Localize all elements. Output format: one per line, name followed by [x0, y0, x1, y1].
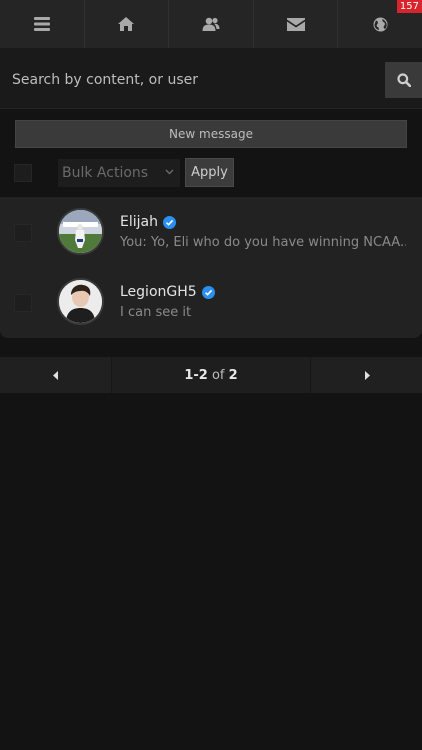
- nav-notifications-button[interactable]: 157: [338, 0, 422, 48]
- next-page-button[interactable]: [310, 357, 422, 393]
- top-nav: 157: [0, 0, 422, 48]
- caret-right-icon: [364, 370, 370, 380]
- conversation-checkbox[interactable]: [14, 294, 32, 312]
- new-message-button[interactable]: New message: [15, 120, 407, 148]
- page-range: 1-2: [184, 367, 208, 383]
- avatar: [57, 278, 104, 325]
- verified-badge-icon: [162, 215, 176, 229]
- avatar-image: [59, 210, 102, 253]
- conversation-name: LegionGH5: [120, 284, 197, 300]
- conversation-item[interactable]: LegionGH5 I can see it: [0, 267, 422, 337]
- bulk-actions-value: Bulk Actions: [62, 165, 149, 181]
- page-info: 1-2 of 2: [112, 357, 310, 393]
- page-total: 2: [228, 367, 238, 383]
- notification-badge: 157: [396, 0, 422, 13]
- globe-icon: [373, 17, 388, 31]
- conversation-preview: I can see it: [120, 305, 192, 320]
- users-icon: [202, 17, 220, 31]
- chevron-down-icon: [165, 169, 174, 175]
- nav-menu-button[interactable]: [0, 0, 85, 48]
- conversation-preview: You: Yo, Eli who do you have winning NCA…: [120, 235, 406, 250]
- conversation-list: Elijah You: Yo, Eli who do you have winn…: [0, 197, 422, 338]
- conversation-checkbox[interactable]: [14, 224, 32, 242]
- avatar-image: [59, 280, 102, 323]
- conversation-name-row: LegionGH5: [120, 284, 215, 300]
- bulk-actions-select[interactable]: Bulk Actions: [58, 159, 180, 187]
- search-icon: [396, 73, 411, 87]
- search-bar: [0, 48, 422, 109]
- conversation-name-row: Elijah: [120, 214, 176, 230]
- verified-badge-icon: [201, 285, 215, 299]
- search-input[interactable]: [0, 62, 384, 98]
- nav-users-button[interactable]: [169, 0, 254, 48]
- mail-icon: [286, 17, 305, 31]
- avatar: [57, 208, 104, 255]
- select-all-checkbox[interactable]: [14, 164, 32, 182]
- conversation-name: Elijah: [120, 214, 158, 230]
- caret-left-icon: [52, 370, 58, 380]
- menu-icon: [33, 17, 50, 31]
- pagination: 1-2 of 2: [0, 357, 422, 393]
- page-of-label: of: [211, 367, 225, 383]
- previous-page-button[interactable]: [0, 357, 112, 393]
- home-icon: [118, 17, 135, 31]
- apply-button[interactable]: Apply: [185, 158, 234, 187]
- search-button[interactable]: [385, 62, 422, 98]
- conversation-item[interactable]: Elijah You: Yo, Eli who do you have winn…: [0, 197, 422, 267]
- nav-home-button[interactable]: [85, 0, 170, 48]
- nav-messages-button[interactable]: [254, 0, 339, 48]
